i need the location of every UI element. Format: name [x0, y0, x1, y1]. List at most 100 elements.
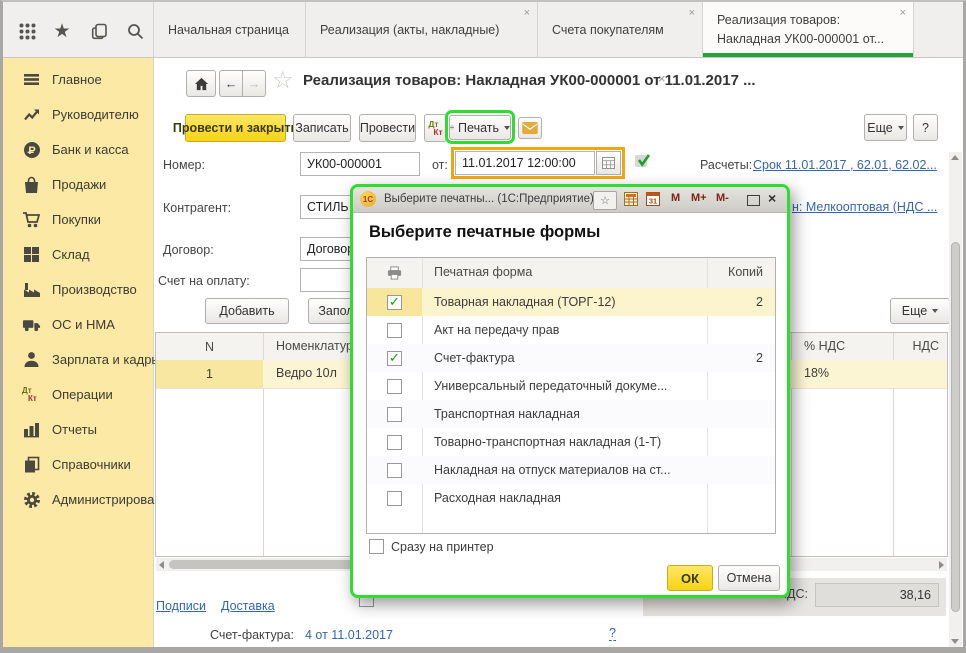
print-form-row[interactable]: Акт на передачу прав [367, 316, 775, 344]
tab-label: Начальная страница [168, 23, 289, 37]
home-button[interactable] [186, 70, 216, 97]
settlements-link[interactable]: Срок 11.01.2017 , 62.01, 62.02... [753, 158, 937, 172]
sidebar-item-purchases[interactable]: Покупки [3, 202, 153, 237]
form-checkbox[interactable]: ✓ [387, 351, 402, 366]
bar-chart-icon [22, 420, 41, 439]
post-and-close-button[interactable]: Провести и закрыть [185, 114, 286, 142]
email-button[interactable] [518, 117, 542, 139]
print-form-row[interactable]: Универсальный передаточный докуме... [367, 372, 775, 400]
sidebar-item-bank-cash[interactable]: Р Банк и касса [3, 132, 153, 167]
form-checkbox[interactable] [387, 379, 402, 394]
bill-label: Счет на оплату: [158, 274, 250, 288]
print-form-row[interactable]: Транспортная накладная [367, 400, 775, 428]
more-button[interactable]: Еще [864, 114, 907, 141]
factory-icon [22, 280, 41, 299]
table-more-button[interactable]: Еще [890, 298, 950, 324]
dialog-close-icon[interactable]: × [768, 190, 776, 206]
print-form-row[interactable]: Накладная на отпуск материалов на ст... [367, 456, 775, 484]
write-button[interactable]: Записать [293, 114, 351, 142]
sidebar-item-manager[interactable]: Руководителю [3, 97, 153, 132]
delivery-link[interactable]: Доставка [221, 599, 275, 613]
favorites-star-icon[interactable]: ★ [51, 20, 73, 42]
calculator-icon[interactable] [624, 192, 638, 206]
column-header-form: Печатная форма [434, 265, 532, 279]
print-form-row[interactable]: ✓ Счет-фактура 2 [367, 344, 775, 372]
debit-credit-button[interactable]: Дт Кт [424, 114, 447, 142]
form-checkbox[interactable] [387, 491, 402, 506]
scroll-left-icon[interactable] [159, 561, 164, 569]
calendar-31-icon[interactable]: 31 [646, 192, 660, 206]
tab-close-icon[interactable]: × [689, 8, 695, 19]
price-type-link[interactable]: н: Мелкооптовая (НДС ... [792, 200, 956, 214]
forward-button[interactable]: → [242, 70, 266, 97]
dialog-title: Выберите печатны... (1С:Предприятие) [384, 193, 594, 205]
print-button[interactable]: Печать [449, 115, 511, 140]
apps-grid-icon[interactable] [16, 20, 38, 42]
form-checkbox[interactable] [387, 323, 402, 338]
ok-button[interactable]: ОК [667, 565, 713, 591]
search-icon[interactable] [124, 20, 146, 42]
cell-item-name: Ведро 10л [276, 366, 337, 380]
back-button[interactable]: ← [219, 70, 243, 97]
favorite-star-icon[interactable]: ☆ [272, 66, 294, 95]
form-copies [707, 400, 775, 428]
scroll-down-icon[interactable] [951, 639, 959, 644]
sidebar-item-salary-hr[interactable]: Зарплата и кадры [3, 342, 153, 377]
scroll-up-icon[interactable] [951, 155, 959, 160]
tab-realization-list[interactable]: Реализация (акты, накладные) × [306, 2, 537, 57]
date-picker-button[interactable] [596, 151, 621, 175]
tab-close-icon[interactable]: × [900, 8, 906, 19]
sidebar-item-directories[interactable]: Справочники [3, 447, 153, 482]
sidebar-item-administration[interactable]: Администрирование [3, 482, 153, 517]
signatures-link[interactable]: Подписи [156, 599, 206, 613]
horizontal-scroll-thumb[interactable] [169, 560, 379, 569]
sidebar-item-production[interactable]: Производство [3, 272, 153, 307]
sidebar-item-warehouse[interactable]: Склад [3, 237, 153, 272]
print-form-row[interactable]: Товарно-транспортная накладная (1-Т) [367, 428, 775, 456]
form-checkbox[interactable] [387, 435, 402, 450]
tab-realization-document[interactable]: Реализация товаров: Накладная УК00-00000… [703, 2, 913, 57]
cancel-button[interactable]: Отмена [718, 565, 780, 591]
sidebar-item-main[interactable]: Главное [3, 62, 153, 97]
svg-text:31: 31 [649, 197, 657, 206]
history-icon[interactable] [88, 20, 110, 42]
contractor-label: Контрагент: [163, 201, 231, 215]
dialog-titlebar[interactable]: 1С Выберите печатны... (1С:Предприятие) … [353, 187, 787, 213]
document-close-icon[interactable]: × [658, 71, 666, 86]
tab-close-icon[interactable]: × [524, 8, 530, 19]
sidebar-item-fixed-assets[interactable]: ОС и НМА [3, 307, 153, 342]
add-row-button[interactable]: Добавить [205, 298, 289, 324]
scroll-right-icon[interactable] [939, 561, 944, 569]
footer-help-link[interactable]: ? [609, 626, 616, 641]
date-input[interactable]: 11.01.2017 12:00:00 [455, 151, 595, 175]
printer-icon [450, 121, 454, 134]
active-tab-indicator [703, 53, 913, 57]
tab-invoices[interactable]: Счета покупателям × [538, 2, 702, 57]
number-input[interactable]: УК00-000001 [300, 152, 420, 176]
sidebar-item-label: ОС и НМА [52, 317, 115, 332]
memory-recall-button[interactable]: M [671, 192, 680, 204]
maximize-icon[interactable] [747, 195, 760, 206]
help-button[interactable]: ? [913, 114, 938, 141]
print-form-row[interactable]: Расходная накладная [367, 484, 775, 512]
vertical-scrollbar[interactable] [949, 152, 962, 647]
tab-home[interactable]: Начальная страница [154, 2, 305, 57]
print-immediately-checkbox[interactable] [369, 539, 384, 554]
sidebar-item-reports[interactable]: Отчеты [3, 412, 153, 447]
sidebar-item-sales[interactable]: Продажи [3, 167, 153, 202]
post-button[interactable]: Провести [359, 114, 416, 142]
memory-minus-button[interactable]: M- [716, 192, 729, 204]
shopping-bag-icon [22, 175, 41, 194]
dialog-favorite-star-icon[interactable]: ☆ [593, 191, 617, 210]
form-checkbox[interactable]: ✓ [387, 295, 402, 310]
vertical-scroll-thumb[interactable] [951, 242, 960, 612]
form-checkbox[interactable] [387, 463, 402, 478]
print-form-row[interactable]: ✓ Товарная накладная (ТОРГ-12) 2 [367, 288, 775, 316]
form-name: Товарная накладная (ТОРГ-12) [434, 288, 695, 316]
memory-plus-button[interactable]: M+ [691, 192, 707, 204]
invoice-link[interactable]: 4 от 11.01.2017 [305, 628, 393, 642]
post-status-icon[interactable] [634, 152, 653, 169]
sidebar-item-operations[interactable]: Дт Кт Операции [3, 377, 153, 412]
form-checkbox[interactable] [387, 407, 402, 422]
document-title: Реализация товаров: Накладная УК00-00000… [303, 72, 756, 89]
